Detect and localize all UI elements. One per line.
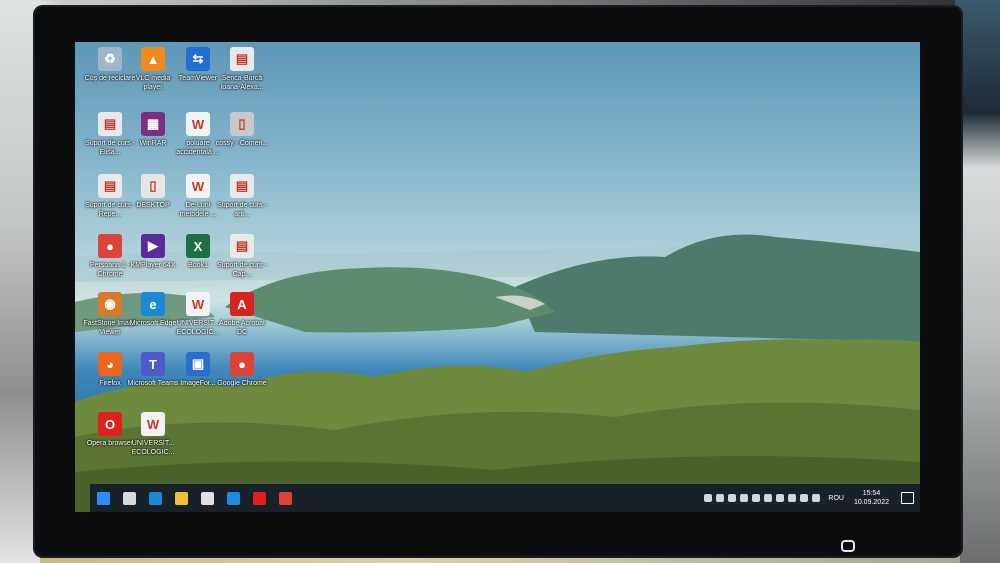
recycle-bin-icon: ♻ [98,47,122,71]
desktop-icon[interactable]: ● Google Chrome [215,352,269,388]
chrome-taskbar-button[interactable] [272,484,298,512]
opera-taskbar-icon [252,491,266,505]
desktop-icon[interactable]: ▤ Senca-Burcă Ioana-Alexa... [215,47,269,92]
word-document-icon: W [141,412,165,436]
start-button[interactable] [90,484,116,512]
word-document-icon: W [186,112,210,136]
winrar-icon: ▦ [141,112,165,136]
firefox-icon: ◕ [98,352,122,376]
desktop-icon-label: Senca-Burcă Ioana-Alexa... [220,75,264,91]
battery-icon[interactable] [788,494,797,502]
desktop-icon-label: UNIVERSIT... ECOLOGIC... [131,440,175,456]
pdf-document-icon: ▤ [230,47,254,71]
excel-icon: X [186,234,210,258]
opera-taskbar-button[interactable] [246,484,272,512]
acrobat-icon: A [230,292,254,316]
desktop-icon[interactable]: ▯ cossy - Comen... [215,112,269,148]
pdf-document-icon: ▤ [98,174,122,198]
taskbar-pinned [90,484,298,512]
task-view-icon [122,491,136,505]
taskbar: ROU 15:54 10.09.2022 [90,484,920,512]
monitor-power-icon[interactable] [841,540,855,552]
file-explorer-icon [174,491,188,505]
edge-taskbar-button[interactable] [142,484,168,512]
edge-taskbar-icon [148,491,162,505]
word-document-icon: W [186,174,210,198]
teams-icon: T [141,352,165,376]
tray-app-icon[interactable] [716,494,725,502]
desktop-icon[interactable]: A Adobe Acrobat DC [215,292,269,337]
desktop-icon-label: Suport de curs - Cap... [217,262,267,278]
desktop-icon[interactable]: ▤ Suport de curs - Cap... [215,234,269,279]
system-tray: ROU 15:54 10.09.2022 [704,484,914,512]
store-button[interactable] [194,484,220,512]
desktop-icon-label: Adobe Acrobat DC [219,320,265,336]
desktop-icon-label: Suport de curs - arti... [217,202,267,218]
file-explorer-button[interactable] [168,484,194,512]
nvidia-icon[interactable] [752,494,761,502]
clock-time: 15:54 [862,490,881,497]
desktop-screen: ♻ Coș de reciclare ▲ VLC media player ⇆ TeamV… [75,42,920,512]
pdf-document-icon: ▤ [230,234,254,258]
imageforge-icon: ▣ [186,352,210,376]
notification-center-icon[interactable] [901,492,914,504]
network-icon[interactable] [800,494,809,502]
folder-file-icon: ▯ [141,174,165,198]
tray-app-icon[interactable] [776,494,785,502]
file-icon: ▯ [230,112,254,136]
chrome-icon: ● [230,352,254,376]
pdf-document-icon: ▤ [230,174,254,198]
store-icon [200,491,214,505]
volume-icon[interactable] [812,494,821,502]
usb-icon[interactable] [740,494,749,502]
task-view-button[interactable] [116,484,142,512]
clock[interactable]: 15:54 10.09.2022 [854,489,889,507]
mail-button[interactable] [220,484,246,512]
mail-icon [226,491,240,505]
language-indicator[interactable]: ROU [828,495,844,502]
teamviewer-icon: ⇆ [186,47,210,71]
pdf-document-icon: ▤ [98,112,122,136]
chrome-icon: ● [98,234,122,258]
onedrive-icon[interactable] [704,494,713,502]
faststone-icon: ◉ [98,292,122,316]
edge-icon: e [141,292,165,316]
desktop-icon[interactable]: ▤ Suport de curs - arti... [215,174,269,219]
kmplayer-icon: ▶ [141,234,165,258]
word-document-icon: W [186,292,210,316]
chrome-taskbar-icon [278,491,292,505]
desktop-icon[interactable]: W UNIVERSIT... ECOLOGIC... [126,412,180,457]
tray-app-icon[interactable] [728,494,737,502]
start-icon [96,491,110,505]
clock-date: 10.09.2022 [853,499,889,506]
opera-icon: O [98,412,122,436]
desktop-icon-label: cossy - Comen... [215,140,269,147]
tray-icons [704,494,821,502]
desktop-icon-label: Google Chrome [217,380,267,387]
vlc-icon: ▲ [141,47,165,71]
tray-app-icon[interactable] [764,494,773,502]
